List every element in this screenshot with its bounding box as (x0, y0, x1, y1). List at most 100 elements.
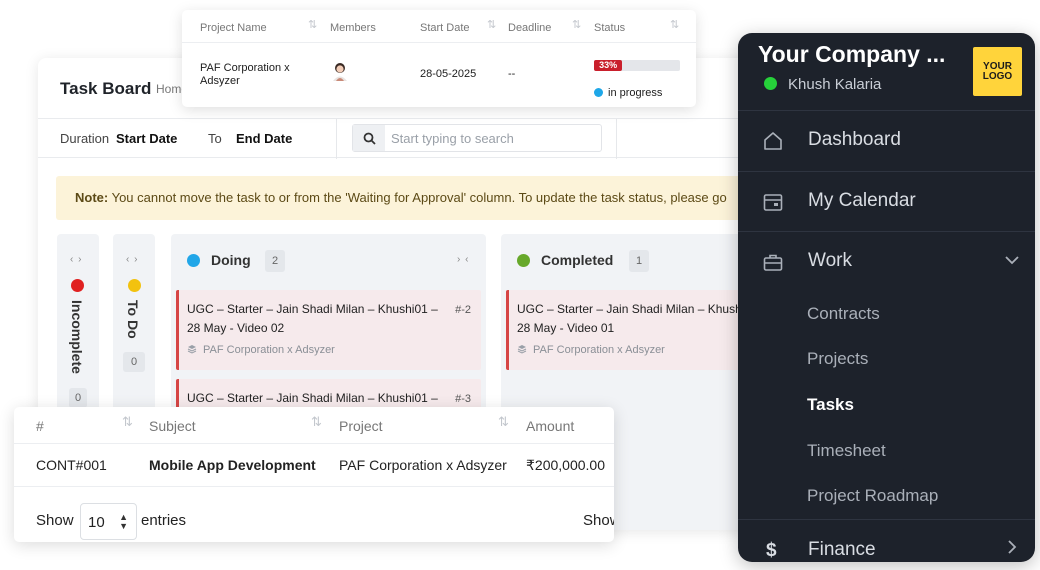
status-text: in progress (608, 87, 663, 99)
sidebar: Your Company ... Khush Kalaria YOUR LOGO… (738, 33, 1035, 562)
select-caret-icon: ▲ ▼ (119, 512, 128, 531)
status-dot (517, 254, 530, 267)
to-label: To (208, 131, 222, 146)
online-status-dot (764, 77, 777, 90)
search-input[interactable]: Start typing to search (352, 124, 602, 152)
contract-subject-cell[interactable]: Mobile App Development (149, 457, 316, 473)
briefcase-icon (763, 254, 783, 271)
divider (336, 119, 337, 159)
header-number[interactable]: # (36, 418, 44, 434)
expand-arrows-icon[interactable]: ‹ › (70, 254, 82, 265)
entries-value: 10 (88, 514, 105, 531)
sidebar-subitem-contracts[interactable]: Contracts (807, 304, 880, 324)
column-title: Doing (211, 252, 251, 268)
sort-icon[interactable]: ⇅ (572, 18, 581, 31)
logo-text-2: LOGO (982, 71, 1013, 82)
start-date-field[interactable]: Start Date (116, 131, 177, 146)
header-project-name[interactable]: Project Name (200, 22, 267, 34)
sidebar-item-work[interactable]: Work (738, 232, 1035, 292)
status-dot (128, 279, 141, 292)
column-title: Incomplete (69, 300, 85, 374)
duration-label: Duration (60, 131, 110, 146)
search-placeholder: Start typing to search (391, 131, 514, 146)
sidebar-subitem-tasks[interactable]: Tasks (807, 395, 854, 415)
task-project-name: PAF Corporation x Adsyzer (533, 344, 665, 356)
sidebar-subitem-timesheet[interactable]: Timesheet (807, 441, 886, 461)
header-amount[interactable]: Amount (526, 418, 574, 434)
column-count: 1 (629, 250, 649, 272)
entries-select[interactable]: 10 ▲ ▼ (80, 503, 137, 540)
column-title: To Do (125, 300, 141, 339)
header-status[interactable]: Status (594, 22, 625, 34)
expand-arrows-icon[interactable]: ‹ › (126, 254, 138, 265)
task-project: PAF Corporation x Adsyzer (517, 344, 665, 356)
task-project-name: PAF Corporation x Adsyzer (203, 344, 335, 356)
sidebar-item-label: My Calendar (808, 190, 916, 211)
header-deadline[interactable]: Deadline (508, 22, 551, 34)
member-avatar[interactable] (330, 60, 350, 82)
contract-amount-cell: ₹200,000.00 (526, 457, 605, 473)
divider (616, 119, 617, 159)
note-bold: Note: (75, 190, 109, 205)
column-count: 0 (123, 352, 145, 372)
sort-icon[interactable]: ⇅ (311, 414, 322, 430)
header-divider (182, 42, 696, 43)
sort-icon[interactable]: ⇅ (487, 18, 496, 31)
sidebar-item-dashboard[interactable]: Dashboard (738, 111, 1035, 171)
task-title: UGC – Starter – Jain Shadi Milan – Khush… (187, 302, 438, 335)
sort-icon[interactable]: ⇅ (670, 18, 679, 31)
chevron-down-icon[interactable] (1004, 254, 1020, 266)
start-date-cell: 28-05-2025 (420, 68, 477, 80)
end-date-field[interactable]: End Date (236, 131, 292, 146)
progress-fill: 33% (594, 60, 623, 71)
search-icon (353, 125, 385, 151)
row-divider (14, 486, 614, 487)
sort-icon[interactable]: ⇅ (308, 18, 317, 31)
entries-label: entries (141, 512, 187, 529)
company-logo: YOUR LOGO (973, 47, 1022, 96)
user-name[interactable]: Khush Kalaria (788, 76, 881, 93)
info-note: Note: You cannot move the task to or fro… (56, 176, 798, 220)
task-number: #-2 (455, 304, 471, 316)
sidebar-item-finance[interactable]: $ Finance (738, 520, 1035, 562)
calendar-icon (763, 194, 783, 211)
header-subject[interactable]: Subject (149, 418, 196, 434)
show-label: Show (36, 512, 74, 529)
column-count: 2 (265, 250, 285, 272)
project-table-card: Project Name ⇅ Members Start Date ⇅ Dead… (182, 10, 696, 107)
deadline-cell: -- (508, 68, 516, 80)
dollar-icon: $ (766, 540, 777, 561)
task-number: #-3 (455, 393, 471, 405)
column-title: Completed (541, 252, 614, 268)
status-dot (71, 279, 84, 292)
header-project[interactable]: Project (339, 418, 383, 434)
header-members[interactable]: Members (330, 22, 376, 34)
contract-project-cell[interactable]: PAF Corporation x Adsyzer (339, 457, 507, 473)
sidebar-item-label: Dashboard (808, 129, 901, 150)
sidebar-subitem-projects[interactable]: Projects (807, 349, 868, 369)
sidebar-item-label: Finance (808, 539, 876, 560)
home-icon (764, 132, 782, 150)
contracts-table-card: # ⇅ Subject ⇅ Project ⇅ Amount CONT#001 … (14, 407, 614, 542)
layers-icon (187, 345, 197, 354)
column-count: 0 (69, 388, 87, 408)
header-start-date[interactable]: Start Date (420, 22, 470, 34)
contract-id-cell[interactable]: CONT#001 (36, 457, 107, 473)
page-title: Task Board (60, 79, 152, 98)
filter-bar: Duration Start Date To End Date Start ty… (38, 118, 798, 159)
collapse-arrows-icon[interactable]: › ‹ (457, 254, 469, 265)
task-project: PAF Corporation x Adsyzer (187, 344, 335, 356)
sidebar-item-my-calendar[interactable]: My Calendar (738, 172, 1035, 232)
note-text: You cannot move the task to or from the … (108, 190, 727, 205)
sort-icon[interactable]: ⇅ (498, 414, 509, 430)
status-dot (187, 254, 200, 267)
project-name-cell[interactable]: PAF Corporation x Adsyzer (200, 62, 310, 88)
show-label-right: Show (583, 512, 614, 529)
chevron-right-icon[interactable] (1006, 539, 1018, 555)
company-name[interactable]: Your Company ... (758, 41, 945, 68)
status-dot (594, 88, 603, 97)
task-card[interactable]: UGC – Starter – Jain Shadi Milan – Khush… (176, 290, 481, 370)
sort-icon[interactable]: ⇅ (122, 414, 133, 430)
layers-icon (517, 345, 527, 354)
sidebar-subitem-project-roadmap[interactable]: Project Roadmap (807, 486, 938, 506)
